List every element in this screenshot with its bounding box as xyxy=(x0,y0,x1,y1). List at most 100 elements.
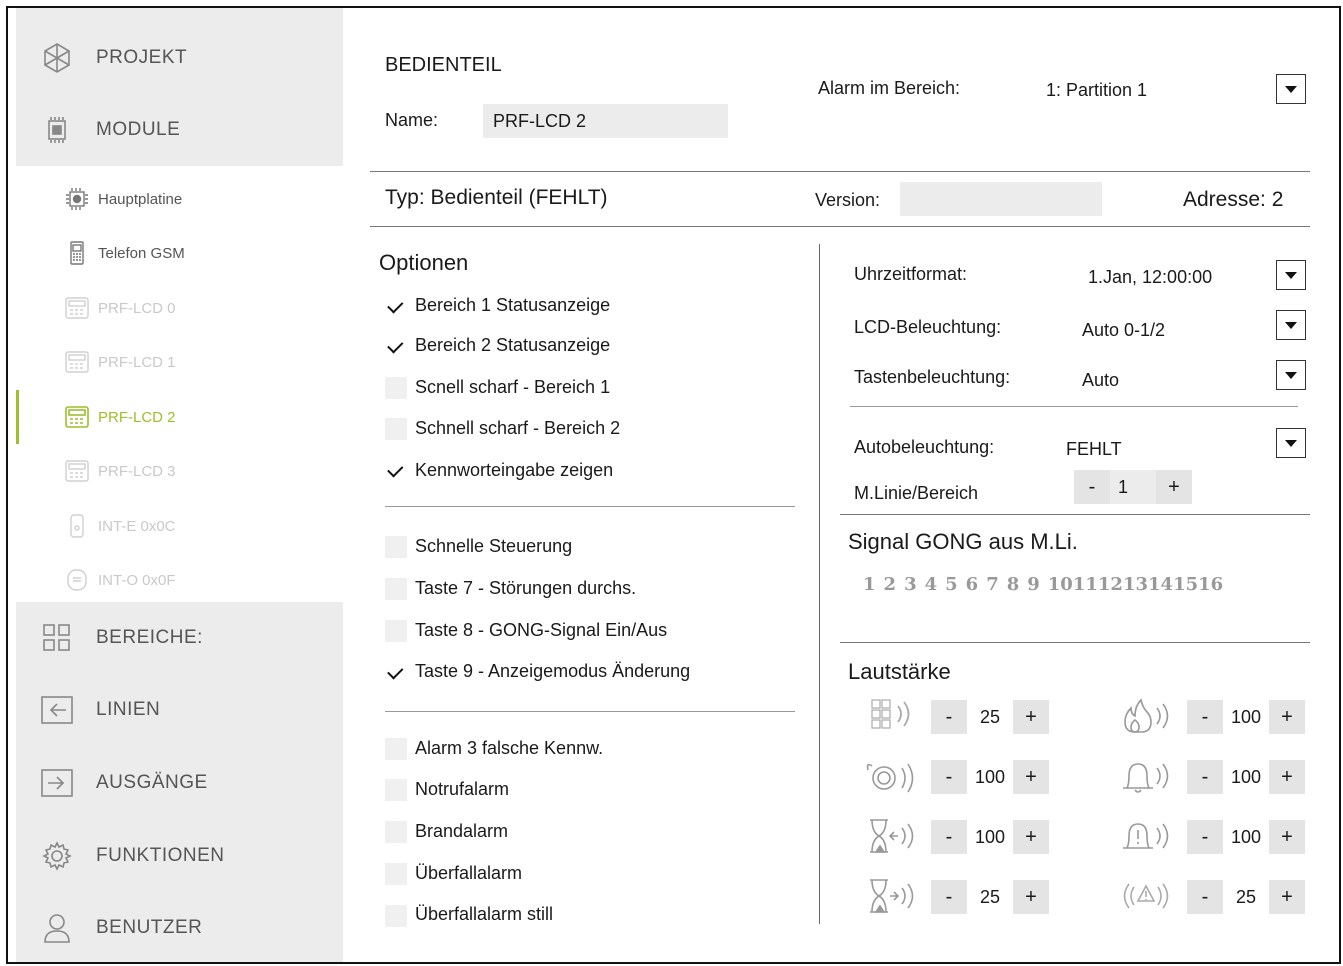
option-checkbox[interactable] xyxy=(385,738,407,760)
gong-zone-number[interactable]: 8 xyxy=(1007,574,1020,598)
minus-button[interactable]: - xyxy=(931,760,967,794)
minus-button[interactable]: - xyxy=(931,880,967,914)
plus-button[interactable]: + xyxy=(1269,760,1305,794)
minus-button[interactable]: - xyxy=(1187,880,1223,914)
nav-bereiche[interactable]: BEREICHE: xyxy=(16,602,343,674)
auto-light-label: Autobeleuchtung: xyxy=(854,437,995,457)
plus-button[interactable]: + xyxy=(1013,700,1049,734)
option-checkbox[interactable] xyxy=(385,418,407,440)
gong-zone-number[interactable]: 7 xyxy=(986,574,999,598)
volume-stepper[interactable]: - 100 + xyxy=(931,760,1049,794)
lcd-light-label: LCD-Beleuchtung: xyxy=(854,317,1002,337)
option-checkbox[interactable] xyxy=(385,821,407,843)
option-checkbox[interactable] xyxy=(385,336,407,358)
gong-zone-number[interactable]: 6 xyxy=(966,574,979,598)
stepper-value[interactable]: 100 xyxy=(1223,760,1269,794)
option-checkbox[interactable] xyxy=(385,377,407,399)
volume-stepper[interactable]: - 25 + xyxy=(1187,880,1305,914)
nav-module[interactable]: MODULE xyxy=(16,94,343,166)
option-label: Taste 9 - Anzeigemodus Änderung xyxy=(415,661,691,681)
stepper-value[interactable]: 25 xyxy=(1223,880,1269,914)
volume-stepper[interactable]: - 100 + xyxy=(1187,760,1305,794)
sub-item-hauptplatine[interactable]: Hauptplatine xyxy=(16,172,343,226)
gong-zone-number[interactable]: 9 xyxy=(1027,574,1040,598)
gong-zone-number[interactable]: 4 xyxy=(925,574,938,598)
plus-button[interactable]: + xyxy=(1013,760,1049,794)
zone-partition-stepper[interactable]: - 1 + xyxy=(1074,470,1192,504)
stepper-value[interactable]: 100 xyxy=(1223,820,1269,854)
nav-funktionen[interactable]: FUNKTIONEN xyxy=(16,820,343,892)
gong-zone-number[interactable]: 13 xyxy=(1123,574,1148,598)
plus-button[interactable]: + xyxy=(1156,470,1192,504)
option-checkbox[interactable] xyxy=(385,620,407,642)
nav-label: BENUTZER xyxy=(96,917,203,938)
gong-zone-number[interactable]: 10 xyxy=(1048,574,1073,598)
gong-zone-number[interactable]: 5 xyxy=(945,574,958,598)
plus-button[interactable]: + xyxy=(1269,700,1305,734)
option-checkbox[interactable] xyxy=(385,662,407,684)
fire-alarm-icon xyxy=(1119,696,1173,736)
gong-zone-number[interactable]: 1 xyxy=(863,574,876,598)
sub-item-int-e[interactable]: INT-E 0x0C xyxy=(16,499,343,553)
lcd-light-dropdown[interactable] xyxy=(1276,310,1306,340)
sub-item-prf-lcd-1[interactable]: PRF-LCD 1 xyxy=(16,335,343,389)
minus-button[interactable]: - xyxy=(931,700,967,734)
option-checkbox[interactable] xyxy=(385,460,407,482)
volume-stepper[interactable]: - 100 + xyxy=(931,820,1049,854)
sub-item-label: PRF-LCD 2 xyxy=(98,408,176,426)
stepper-value[interactable]: 25 xyxy=(967,880,1013,914)
option-checkbox[interactable] xyxy=(385,905,407,927)
minus-button[interactable]: - xyxy=(931,820,967,854)
alarm-partition-value: 1: Partition 1 xyxy=(1046,80,1148,100)
sub-item-int-o[interactable]: INT-O 0x0F xyxy=(16,553,343,607)
sub-item-prf-lcd-3[interactable]: PRF-LCD 3 xyxy=(16,444,343,498)
volume-stepper[interactable]: - 25 + xyxy=(931,700,1049,734)
option-checkbox[interactable] xyxy=(385,863,407,885)
volume-stepper[interactable]: - 100 + xyxy=(1187,820,1305,854)
gong-zone-number[interactable]: 15 xyxy=(1173,574,1198,598)
stepper-value[interactable]: 100 xyxy=(967,760,1013,794)
gong-zone-number[interactable]: 2 xyxy=(884,574,897,598)
sub-item-telefon-gsm[interactable]: Telefon GSM xyxy=(16,226,343,280)
nav-benutzer[interactable]: BENUTZER xyxy=(16,892,343,962)
option-label: Scnell scharf - Bereich 1 xyxy=(415,377,611,397)
alarm-partition-dropdown[interactable] xyxy=(1276,74,1306,104)
stepper-value[interactable]: 1 xyxy=(1110,470,1156,504)
option-label: Schnelle Steuerung xyxy=(415,536,573,556)
plus-button[interactable]: + xyxy=(1269,820,1305,854)
stepper-value[interactable]: 25 xyxy=(967,700,1013,734)
option-checkbox[interactable] xyxy=(385,779,407,801)
nav-ausgaenge[interactable]: AUSGÄNGE xyxy=(16,747,343,819)
time-format-dropdown[interactable] xyxy=(1276,260,1306,290)
gong-zone-number[interactable]: 14 xyxy=(1148,574,1173,598)
nav-projekt[interactable]: PROJEKT xyxy=(16,22,343,94)
gong-zone-number[interactable]: 16 xyxy=(1198,574,1223,598)
minus-button[interactable]: - xyxy=(1187,700,1223,734)
gong-zone-number[interactable]: 12 xyxy=(1098,574,1123,598)
partitions-icon xyxy=(40,621,74,655)
stepper-value[interactable]: 100 xyxy=(1223,700,1269,734)
minus-button[interactable]: - xyxy=(1074,470,1110,504)
auto-light-dropdown[interactable] xyxy=(1276,428,1306,458)
sub-item-prf-lcd-2[interactable]: PRF-LCD 2 xyxy=(16,390,343,444)
volume-stepper[interactable]: - 100 + xyxy=(1187,700,1305,734)
lcd-light-value: Auto 0-1/2 xyxy=(1082,320,1166,340)
option-checkbox[interactable] xyxy=(385,296,407,318)
minus-button[interactable]: - xyxy=(1187,820,1223,854)
option-checkbox[interactable] xyxy=(385,536,407,558)
sub-item-prf-lcd-0[interactable]: PRF-LCD 0 xyxy=(16,281,343,335)
sub-item-label: PRF-LCD 0 xyxy=(98,299,176,317)
option-checkbox[interactable] xyxy=(385,578,407,600)
stepper-value[interactable]: 100 xyxy=(967,820,1013,854)
plus-button[interactable]: + xyxy=(1013,820,1049,854)
keypad-icon xyxy=(64,349,90,375)
plus-button[interactable]: + xyxy=(1013,880,1049,914)
gong-zone-number[interactable]: 3 xyxy=(904,574,917,598)
plus-button[interactable]: + xyxy=(1269,880,1305,914)
key-light-dropdown[interactable] xyxy=(1276,360,1306,390)
minus-button[interactable]: - xyxy=(1187,760,1223,794)
volume-stepper[interactable]: - 25 + xyxy=(931,880,1049,914)
name-field[interactable]: PRF-LCD 2 xyxy=(483,104,728,138)
nav-linien[interactable]: LINIEN xyxy=(16,674,343,746)
gong-zone-number[interactable]: 11 xyxy=(1073,574,1098,598)
